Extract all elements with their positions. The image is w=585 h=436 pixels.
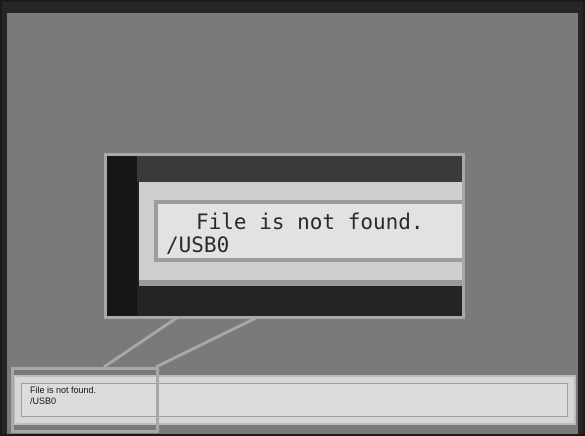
zoom-highlight-outline bbox=[11, 367, 159, 433]
zoom-leader-line bbox=[103, 315, 259, 369]
panel-bezel-top bbox=[137, 156, 462, 182]
magnified-message-box: File is not found. /USB0 bbox=[154, 200, 462, 262]
magnified-lcd: File is not found. /USB0 bbox=[139, 182, 462, 286]
panel-bezel bbox=[107, 156, 137, 316]
magnified-message-text: File is not found. bbox=[196, 210, 424, 234]
magnified-message-path: /USB0 bbox=[166, 233, 230, 257]
panel-bezel-bottom bbox=[137, 286, 462, 316]
magnified-view: File is not found. /USB0 bbox=[104, 153, 465, 319]
